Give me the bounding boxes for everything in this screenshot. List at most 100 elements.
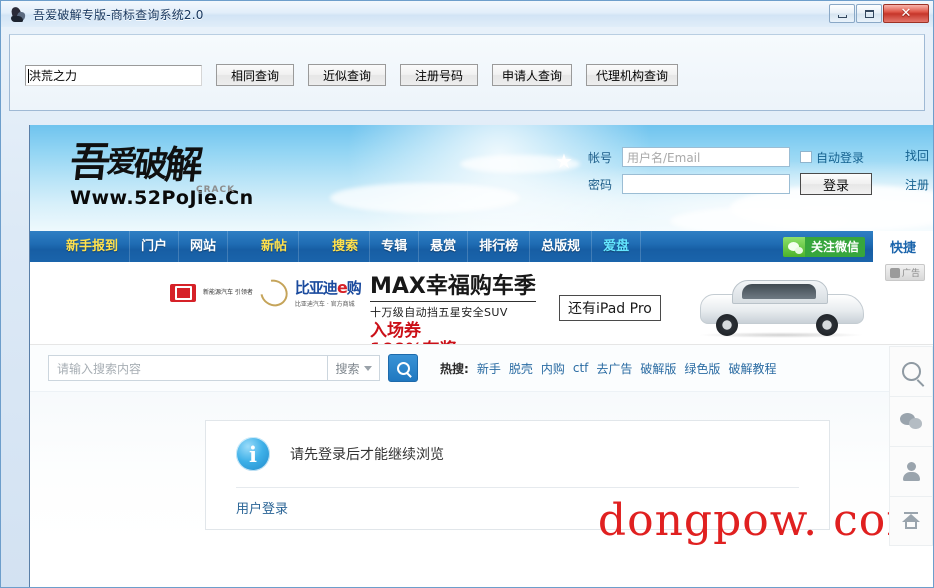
- ad-brand-ecommerce: 比亚迪e购: [295, 277, 362, 298]
- rail-search-button[interactable]: [889, 346, 933, 396]
- ad-label-icon: [889, 267, 900, 278]
- cloud-decoration: [670, 207, 850, 231]
- login-button[interactable]: 登录: [800, 173, 872, 195]
- applicant-query-button[interactable]: 申请人查询: [492, 64, 573, 86]
- ad-subtitle: 十万级自动挡五星安全SUV: [370, 306, 508, 319]
- wechat-icon: [782, 236, 805, 257]
- hot-search-list: 热搜: 新手 脱壳 内购 ctf 去广告 破解版 绿色版 破解教程: [440, 360, 776, 377]
- registration-number-button[interactable]: 注册号码: [400, 64, 478, 86]
- title-bar: 吾爱破解专版-商标查询系统2.0 ✕: [1, 1, 933, 27]
- logo-char-2: 爱: [105, 145, 137, 180]
- rail-chat-button[interactable]: [889, 396, 933, 446]
- notice-row: i 请先登录后才能继续浏览: [206, 421, 829, 481]
- window-controls: ✕: [828, 4, 929, 23]
- account-row: 帐号 用户名/Email 自动登录: [588, 147, 933, 167]
- hot-item-4[interactable]: 去广告: [596, 360, 632, 377]
- search-scope-select[interactable]: 搜索: [328, 355, 380, 381]
- nav-item-website[interactable]: 网站: [179, 231, 229, 262]
- chevron-down-icon: [363, 365, 372, 371]
- info-icon: i: [236, 437, 270, 471]
- follow-wechat-label: 关注微信: [810, 240, 859, 254]
- nav-item-album[interactable]: 专辑: [370, 231, 420, 262]
- hot-search-label: 热搜:: [440, 361, 469, 376]
- watermark: dongpow. com: [597, 495, 929, 546]
- query-input[interactable]: 洪荒之力: [25, 64, 202, 86]
- agency-query-button[interactable]: 代理机构查询: [586, 64, 679, 86]
- ad-brand-logos: 新能源汽车 引领者 比亚迪e购 比亚迪汽车 · 官方商城: [170, 273, 362, 312]
- hot-item-1[interactable]: 脱壳: [509, 360, 533, 377]
- nav-item-rules[interactable]: 总版规: [530, 231, 593, 262]
- nav-item-portal[interactable]: 门户: [130, 231, 180, 262]
- user-icon: [902, 462, 920, 481]
- search-input[interactable]: 请输入搜索内容: [48, 355, 328, 381]
- site-logo[interactable]: 吾爱破解 CRACK Www.52PoJie.Cn: [67, 139, 280, 219]
- site-banner: 吾爱破解 CRACK Www.52PoJie.Cn 帐号 用户名/Email 自…: [30, 125, 933, 231]
- window-title: 吾爱破解专版-商标查询系统2.0: [33, 7, 204, 22]
- login-form: 帐号 用户名/Email 自动登录 密码 登录 找回 注册: [588, 147, 933, 209]
- search-icon: [901, 362, 921, 381]
- query-toolbar: 洪荒之力 相同查询 近似查询 注册号码 申请人查询 代理机构查询: [9, 34, 925, 111]
- hot-item-3[interactable]: ctf: [573, 361, 589, 375]
- same-query-button[interactable]: 相同查询: [216, 64, 294, 86]
- floating-side-rail: [889, 346, 933, 546]
- logo-char-4: 解: [162, 142, 203, 187]
- search-placeholder: 请输入搜索内容: [57, 361, 142, 376]
- logo-url: Www.52PoJie.Cn: [70, 187, 254, 209]
- nav-item-newposts[interactable]: 新帖: [250, 231, 300, 262]
- hot-item-7[interactable]: 破解教程: [728, 360, 776, 377]
- search-submit-button[interactable]: [388, 354, 418, 382]
- nav-item-bounty[interactable]: 悬赏: [419, 231, 469, 262]
- search-icon: [396, 361, 410, 375]
- hot-item-6[interactable]: 绿色版: [684, 360, 720, 377]
- nav-item-aipan[interactable]: 爱盘: [592, 231, 642, 262]
- logo-char-1: 吾: [67, 139, 110, 186]
- account-label: 帐号: [588, 150, 613, 165]
- ad-copy: MAX幸福购车季 十万级自动挡五星安全SUV 入场券 100%有奖: [370, 268, 536, 344]
- cloud-decoration: [330, 183, 520, 213]
- page-content: i 请先登录后才能继续浏览 用户登录 dongpow. com: [30, 392, 933, 546]
- nav-item-search[interactable]: 搜索: [321, 231, 371, 262]
- ad-ipad-offer: 还有iPad Pro: [559, 295, 661, 321]
- search-scope-label: 搜索: [335, 361, 360, 376]
- ad-car-image: [690, 276, 870, 338]
- hot-item-0[interactable]: 新手: [477, 360, 501, 377]
- password-input[interactable]: [622, 174, 790, 194]
- register-link[interactable]: 注册: [905, 176, 933, 193]
- ad-line1: 入场券: [370, 321, 421, 341]
- nav-item-ranking[interactable]: 排行榜: [468, 231, 531, 262]
- login-side-links: 找回 注册: [905, 147, 933, 205]
- advertisement-banner[interactable]: 新能源汽车 引领者 比亚迪e购 比亚迪汽车 · 官方商城 MAX幸福购车季 十万…: [30, 262, 933, 345]
- notice-text: 请先登录后才能继续浏览: [290, 447, 444, 463]
- auto-login-label: 自动登录: [816, 150, 865, 165]
- account-input[interactable]: 用户名/Email: [622, 147, 790, 167]
- site-nav: 新手报到 门户 网站 新帖 搜索 专辑 悬赏 排行榜 总版规 爱盘 关注微信 快…: [30, 231, 933, 262]
- password-row: 密码 登录: [588, 173, 933, 195]
- ad-label-text: 广告: [901, 269, 920, 279]
- find-password-link[interactable]: 找回: [905, 147, 933, 164]
- nav-item-newbie[interactable]: 新手报到: [52, 231, 131, 262]
- minimize-button[interactable]: [829, 4, 855, 23]
- maximize-button[interactable]: [856, 4, 882, 23]
- hot-item-5[interactable]: 破解版: [640, 360, 676, 377]
- ad-title: MAX幸福购车季: [370, 268, 536, 302]
- hot-item-2[interactable]: 内购: [541, 360, 565, 377]
- quick-nav-tab[interactable]: 快捷: [873, 231, 933, 262]
- rail-home-button[interactable]: [889, 496, 933, 546]
- app-icon: [9, 5, 27, 23]
- password-label: 密码: [588, 177, 613, 192]
- query-input-value: 洪荒之力: [29, 68, 78, 83]
- account-placeholder: 用户名/Email: [627, 150, 701, 165]
- ad-brand-tail: 购: [346, 279, 362, 297]
- rail-user-button[interactable]: [889, 446, 933, 496]
- site-search-bar: 请输入搜索内容 搜索 热搜: 新手 脱壳 内购 ctf 去广告 破解版 绿色版 …: [30, 345, 933, 392]
- ad-ring-icon: [254, 273, 293, 312]
- close-button[interactable]: ✕: [883, 4, 929, 23]
- follow-wechat-button[interactable]: 关注微信: [782, 236, 865, 257]
- logo-subtext: CRACK: [196, 185, 236, 195]
- byd-logo-icon: [170, 283, 196, 302]
- similar-query-button[interactable]: 近似查询: [308, 64, 386, 86]
- auto-login-checkbox[interactable]: 自动登录: [800, 149, 864, 166]
- chat-icon: [900, 413, 922, 430]
- ad-brand-sub: 比亚迪汽车 · 官方商城: [294, 301, 355, 308]
- ad-brand-text: 新能源汽车 引领者: [203, 289, 253, 296]
